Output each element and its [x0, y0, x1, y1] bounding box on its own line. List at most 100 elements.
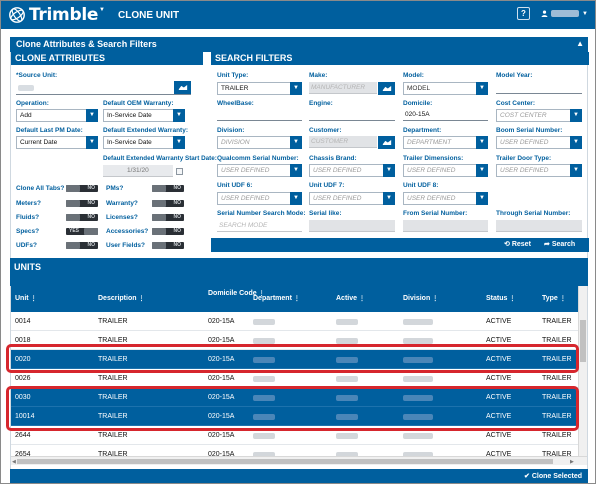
- cell-status: ACTIVE: [486, 337, 512, 344]
- specs-label: Specs?: [16, 228, 40, 235]
- source-unit-field[interactable]: [16, 81, 191, 95]
- column-menu-icon[interactable]: ⋮: [560, 295, 566, 302]
- table-row[interactable]: 0014 TRAILER 020-15A ACTIVE TRAILER: [11, 312, 578, 331]
- user-fields-toggle[interactable]: NO: [152, 242, 184, 249]
- col-status[interactable]: Status ⋮: [486, 295, 515, 302]
- warranty-toggle[interactable]: NO: [152, 200, 184, 207]
- column-menu-icon[interactable]: ⋮: [432, 295, 438, 302]
- cell-active-redacted: [336, 376, 358, 382]
- udfs-toggle[interactable]: NO: [66, 242, 98, 249]
- default-extended-start-date-field[interactable]: 1/31/20: [103, 165, 173, 177]
- trailer-door-select[interactable]: USER DEFINED ▼: [496, 164, 582, 177]
- toggle-state: NO: [173, 200, 182, 206]
- accessories-toggle[interactable]: NO: [152, 228, 184, 235]
- serial-mode-field[interactable]: SEARCH MODE: [217, 220, 302, 232]
- model-select[interactable]: MODEL ▼: [403, 82, 488, 95]
- udf8-select[interactable]: USER DEFINED ▼: [403, 192, 488, 205]
- col-type[interactable]: Type ⋮: [542, 295, 566, 302]
- from-serial-input[interactable]: [403, 220, 488, 232]
- udf6-label: Unit UDF 6:: [217, 182, 253, 189]
- col-domicile-code[interactable]: Domicile Code ⋮: [208, 290, 265, 298]
- default-oem-warranty-value: In-Service Date: [107, 112, 152, 119]
- column-menu-icon[interactable]: ⋮: [139, 295, 145, 302]
- calendar-icon[interactable]: [176, 168, 183, 175]
- user-menu-caret-icon: ▼: [582, 10, 588, 17]
- customer-field[interactable]: CUSTOMER: [309, 136, 377, 148]
- toggle-knob: [152, 185, 166, 192]
- column-menu-icon[interactable]: ⋮: [31, 295, 37, 302]
- toggle-knob: [66, 214, 80, 221]
- pms-label: PMs?: [106, 185, 124, 192]
- default-last-pm-select[interactable]: Current Date ▼: [16, 136, 98, 149]
- collapse-chevron-up-icon[interactable]: ▲: [576, 39, 584, 48]
- clone-unit-window: Trimble ▼ CLONE UNIT ? ▼ Clone Attribute…: [0, 0, 596, 484]
- chassis-brand-select[interactable]: USER DEFINED ▼: [309, 164, 395, 177]
- qualcomm-select[interactable]: USER DEFINED ▼: [217, 164, 302, 177]
- help-button[interactable]: ?: [517, 7, 530, 20]
- clone-all-tabs-toggle[interactable]: NO: [66, 185, 98, 192]
- vertical-scrollbar[interactable]: [578, 286, 587, 456]
- cell-department-redacted: [253, 319, 275, 325]
- cell-unit: 0018: [15, 337, 31, 344]
- cost-center-select[interactable]: COST CENTER ▼: [496, 109, 582, 122]
- col-division[interactable]: Division ⋮: [403, 295, 438, 302]
- operation-select[interactable]: Add ▼: [16, 109, 98, 122]
- licenses-toggle[interactable]: NO: [152, 214, 184, 221]
- col-unit[interactable]: Unit ⋮: [15, 295, 37, 302]
- search-filters-header: SEARCH FILTERS: [211, 52, 589, 65]
- horizontal-scrollbar[interactable]: ◀ ▶: [11, 456, 587, 465]
- scroll-right-arrow-icon[interactable]: ▶: [570, 459, 574, 465]
- col-description[interactable]: Description ⋮: [98, 295, 145, 302]
- boom-serial-select[interactable]: USER DEFINED ▼: [496, 136, 582, 149]
- clone-selected-button[interactable]: ✔ Clone Selected: [524, 472, 582, 480]
- search-actions-bar: ⟲ Reset ➦ Search: [211, 238, 589, 252]
- serial-like-input[interactable]: [309, 220, 395, 232]
- user-menu[interactable]: ▼: [541, 10, 588, 17]
- make-field[interactable]: MANUFACTURER: [309, 82, 377, 94]
- app-menu-caret-icon[interactable]: ▼: [99, 7, 105, 13]
- pms-toggle[interactable]: NO: [152, 185, 184, 192]
- licenses-label: Licenses?: [106, 214, 138, 221]
- scroll-left-arrow-icon[interactable]: ◀: [12, 459, 16, 465]
- horizontal-scroll-thumb[interactable]: [17, 459, 553, 464]
- specs-toggle[interactable]: YES: [66, 228, 98, 235]
- udf6-select[interactable]: USER DEFINED ▼: [217, 192, 302, 205]
- through-serial-input[interactable]: [496, 220, 582, 232]
- search-button[interactable]: ➦ Search: [544, 240, 575, 248]
- column-menu-icon[interactable]: ⋮: [509, 295, 515, 302]
- unit-type-select[interactable]: TRAILER ▼: [217, 82, 302, 95]
- cell-type: TRAILER: [542, 337, 572, 344]
- udf7-select[interactable]: USER DEFINED ▼: [309, 192, 395, 205]
- default-extended-warranty-select[interactable]: In-Service Date ▼: [103, 136, 185, 149]
- division-select[interactable]: DIVISION ▼: [217, 136, 302, 149]
- clone-selected-label: Clone Selected: [531, 473, 582, 480]
- customer-lookup-button[interactable]: [377, 136, 395, 149]
- col-active-label: Active: [336, 295, 358, 302]
- unit-type-chevron-down-icon: ▼: [290, 82, 302, 95]
- reset-button[interactable]: ⟲ Reset: [504, 240, 531, 248]
- boom-serial-value: USER DEFINED: [500, 139, 549, 146]
- serial-like-label: Serial like:: [309, 210, 342, 217]
- make-lookup-button[interactable]: [377, 82, 395, 95]
- vertical-scroll-thumb[interactable]: [580, 320, 586, 362]
- trailer-dimensions-select[interactable]: USER DEFINED ▼: [403, 164, 488, 177]
- trimble-logo[interactable]: Trimble: [8, 5, 98, 25]
- source-unit-lookup-icon[interactable]: [174, 81, 191, 94]
- col-active[interactable]: Active ⋮: [336, 295, 365, 302]
- fluids-toggle[interactable]: NO: [66, 214, 98, 221]
- col-department[interactable]: Department ⋮: [253, 295, 300, 302]
- trailer-dimensions-label: Trailer Dimensions:: [403, 155, 464, 162]
- department-select[interactable]: DEPARTMENT ▼: [403, 136, 488, 149]
- model-year-input[interactable]: [496, 82, 582, 94]
- domicile-input[interactable]: 020-15A: [403, 109, 488, 121]
- default-oem-warranty-select[interactable]: In-Service Date ▼: [103, 109, 185, 122]
- meters-toggle[interactable]: NO: [66, 200, 98, 207]
- source-unit-label: *Source Unit:: [16, 72, 58, 79]
- wheelbase-input[interactable]: [217, 109, 302, 121]
- col-status-label: Status: [486, 295, 508, 302]
- column-menu-icon[interactable]: ⋮: [294, 295, 300, 302]
- engine-input[interactable]: [309, 109, 395, 121]
- clone-attributes-header: CLONE ATTRIBUTES: [11, 52, 203, 65]
- default-extended-warranty-chevron-down-icon: ▼: [173, 136, 185, 149]
- column-menu-icon[interactable]: ⋮: [359, 295, 365, 302]
